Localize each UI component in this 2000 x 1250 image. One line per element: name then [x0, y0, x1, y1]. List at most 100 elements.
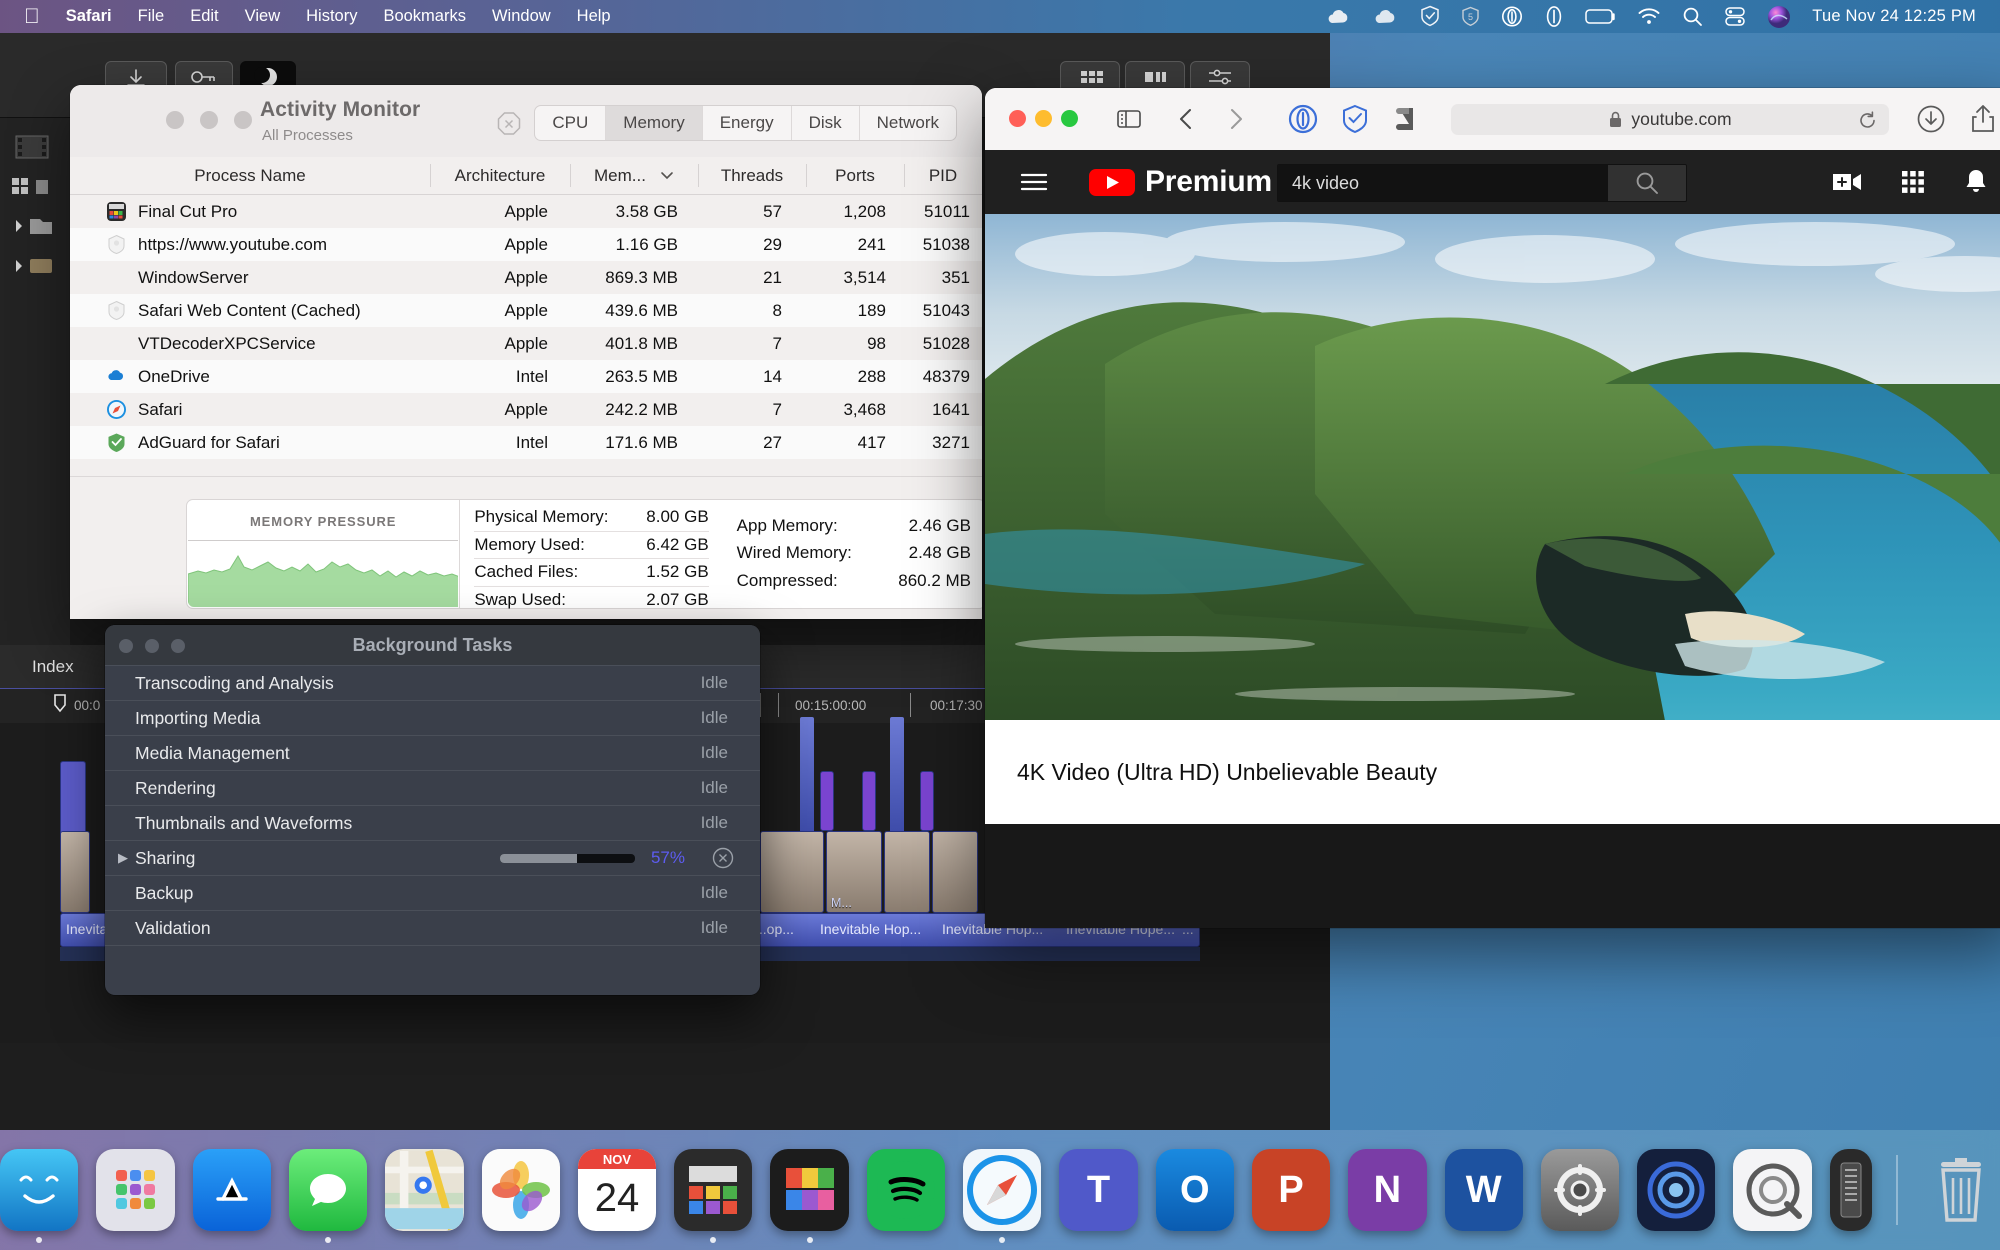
reload-icon[interactable]	[1858, 111, 1877, 130]
youtube-premium-logo[interactable]: Premium	[1089, 165, 1272, 199]
column-threads[interactable]: Threads	[698, 157, 806, 194]
column-ports[interactable]: Ports	[806, 157, 904, 194]
dock-item-powerpoint[interactable]: P	[1251, 1149, 1331, 1231]
onedrive-cloud-personal-icon[interactable]	[1373, 7, 1399, 27]
apple-logo-icon[interactable]: 	[24, 6, 40, 27]
dock-item-teams[interactable]: T	[1059, 1149, 1138, 1231]
task-row-media-management[interactable]: Media Management Idle	[105, 735, 760, 770]
task-row-transcoding[interactable]: Transcoding and Analysis Idle	[105, 665, 760, 700]
dock-item-system-preferences[interactable]	[1540, 1149, 1620, 1231]
battery-icon[interactable]	[1585, 8, 1616, 25]
menu-item-file[interactable]: File	[138, 7, 165, 26]
menu-item-view[interactable]: View	[245, 7, 280, 26]
dock-item-final-cut-pro[interactable]	[674, 1149, 753, 1243]
tab-cpu[interactable]: CPU	[535, 106, 605, 140]
reader-icon[interactable]	[1391, 104, 1421, 134]
clip[interactable]	[820, 771, 834, 831]
tab-disk[interactable]: Disk	[790, 106, 859, 140]
task-row-rendering[interactable]: Rendering Idle	[105, 770, 760, 805]
menu-item-help[interactable]: Help	[577, 7, 611, 26]
column-process-name[interactable]: Process Name	[70, 157, 430, 194]
task-row-thumbnails[interactable]: Thumbnails and Waveforms Idle	[105, 805, 760, 840]
dock-item-photos[interactable]	[481, 1149, 560, 1231]
tab-network[interactable]: Network	[858, 106, 956, 140]
column-architecture[interactable]: Architecture	[430, 157, 570, 194]
menu-item-safari[interactable]: Safari	[66, 7, 112, 26]
activity-monitor-window[interactable]: Activity Monitor All Processes CPU Memor…	[70, 85, 982, 619]
macos-dock[interactable]: NOV 24 T O P N W	[0, 1130, 2000, 1250]
task-row-sharing[interactable]: ▶ Sharing 57%	[105, 840, 760, 875]
dock-item-trash[interactable]	[1922, 1149, 2000, 1231]
clip[interactable]	[932, 831, 978, 913]
menu-item-window[interactable]: Window	[492, 7, 551, 26]
spotlight-search-icon[interactable]	[1682, 6, 1703, 27]
clip[interactable]	[884, 831, 930, 913]
safari-window[interactable]: youtube.com Premium 4k video 4K Video (U…	[985, 88, 2000, 928]
address-bar[interactable]: youtube.com	[1451, 104, 1889, 135]
control-center-icon[interactable]	[1724, 6, 1746, 27]
stop-process-icon[interactable]	[496, 111, 522, 137]
dock-item-launchpad[interactable]	[96, 1149, 175, 1231]
download-icon[interactable]	[1915, 103, 1947, 135]
maximize-button[interactable]	[1061, 110, 1078, 127]
shield-5-icon[interactable]: 5	[1461, 6, 1480, 28]
table-row[interactable]: VTDecoderXPCService Apple 401.8 MB 7 98 …	[70, 327, 982, 360]
fcp-sidebar[interactable]	[0, 118, 70, 645]
dock-item-maps[interactable]	[385, 1149, 464, 1231]
dock-item-word[interactable]: W	[1444, 1149, 1523, 1231]
dock-item-outlook[interactable]: O	[1155, 1149, 1234, 1231]
process-table-header[interactable]: Process Name Architecture Mem... Threads…	[70, 157, 982, 195]
dock-item-app-cleaner[interactable]	[1733, 1149, 1812, 1231]
clip[interactable]	[920, 771, 934, 831]
table-row[interactable]: OneDrive Intel 263.5 MB 14 288 48379	[70, 360, 982, 393]
youtube-search-box[interactable]	[1277, 164, 1687, 202]
table-row[interactable]: Safari Apple 242.2 MB 7 3,468 1641	[70, 393, 982, 426]
cancel-task-icon[interactable]	[712, 847, 734, 869]
create-video-icon[interactable]	[1831, 169, 1863, 195]
maximize-button[interactable]	[234, 111, 252, 129]
tab-memory[interactable]: Memory	[605, 106, 702, 140]
bartender-icon[interactable]	[1544, 5, 1564, 28]
search-input[interactable]	[1278, 165, 1608, 201]
dock-item-device-manager[interactable]	[1829, 1149, 1872, 1231]
task-row-validation[interactable]: Validation Idle	[105, 910, 760, 945]
adguard-shield-icon[interactable]	[1420, 5, 1440, 28]
close-button[interactable]	[166, 111, 184, 129]
minimize-button[interactable]	[200, 111, 218, 129]
onedrive-cloud-icon[interactable]	[1326, 7, 1352, 27]
column-memory[interactable]: Mem...	[570, 157, 698, 194]
table-row[interactable]: Final Cut Pro Apple 3.58 GB 57 1,208 510…	[70, 195, 982, 228]
column-pid[interactable]: PID	[904, 157, 982, 194]
dock-item-onenote[interactable]: N	[1348, 1149, 1427, 1231]
search-button[interactable]	[1608, 165, 1686, 201]
clip[interactable]	[862, 771, 876, 831]
menu-item-edit[interactable]: Edit	[190, 7, 218, 26]
1password-icon[interactable]	[1501, 5, 1523, 28]
dock-item-spotify[interactable]	[866, 1149, 946, 1231]
table-row[interactable]: WindowServer Apple 869.3 MB 21 3,514 351	[70, 261, 982, 294]
dock-item-messages[interactable]	[288, 1149, 368, 1243]
wifi-icon[interactable]	[1637, 7, 1661, 26]
menu-item-history[interactable]: History	[306, 7, 357, 26]
tab-energy[interactable]: Energy	[701, 106, 791, 140]
dock-item-color-app[interactable]	[770, 1149, 849, 1243]
menu-bar-clock[interactable]: Tue Nov 24 12:25 PM	[1812, 7, 1976, 26]
dock-item-calendar[interactable]: NOV 24	[577, 1149, 657, 1231]
youtube-video-player[interactable]: 4K Video (Ultra HD) Unbelievable Beauty	[985, 214, 2000, 824]
background-tasks-window[interactable]: Background Tasks Transcoding and Analysi…	[105, 625, 760, 995]
siri-icon[interactable]	[1767, 5, 1791, 29]
process-table-body[interactable]: Final Cut Pro Apple 3.58 GB 57 1,208 510…	[70, 195, 982, 459]
dock-item-creative-cloud[interactable]	[1637, 1149, 1716, 1231]
dock-item-safari[interactable]	[963, 1149, 1042, 1243]
table-row[interactable]: AdGuard for Safari Intel 171.6 MB 27 417…	[70, 426, 982, 459]
1password-icon[interactable]	[1287, 103, 1319, 135]
macos-menu-bar[interactable]:  Safari File Edit View History Bookmark…	[0, 0, 2000, 33]
minimize-button[interactable]	[1035, 110, 1052, 127]
activity-monitor-tabs[interactable]: CPU Memory Energy Disk Network	[534, 105, 957, 141]
menu-item-bookmarks[interactable]: Bookmarks	[383, 7, 466, 26]
clip[interactable]: M...	[826, 831, 882, 913]
back-icon[interactable]	[1173, 105, 1201, 133]
dock-item-app-store[interactable]	[192, 1149, 271, 1231]
table-row[interactable]: https://www.youtube.com Apple 1.16 GB 29…	[70, 228, 982, 261]
sidebar-icon[interactable]	[1115, 105, 1143, 133]
